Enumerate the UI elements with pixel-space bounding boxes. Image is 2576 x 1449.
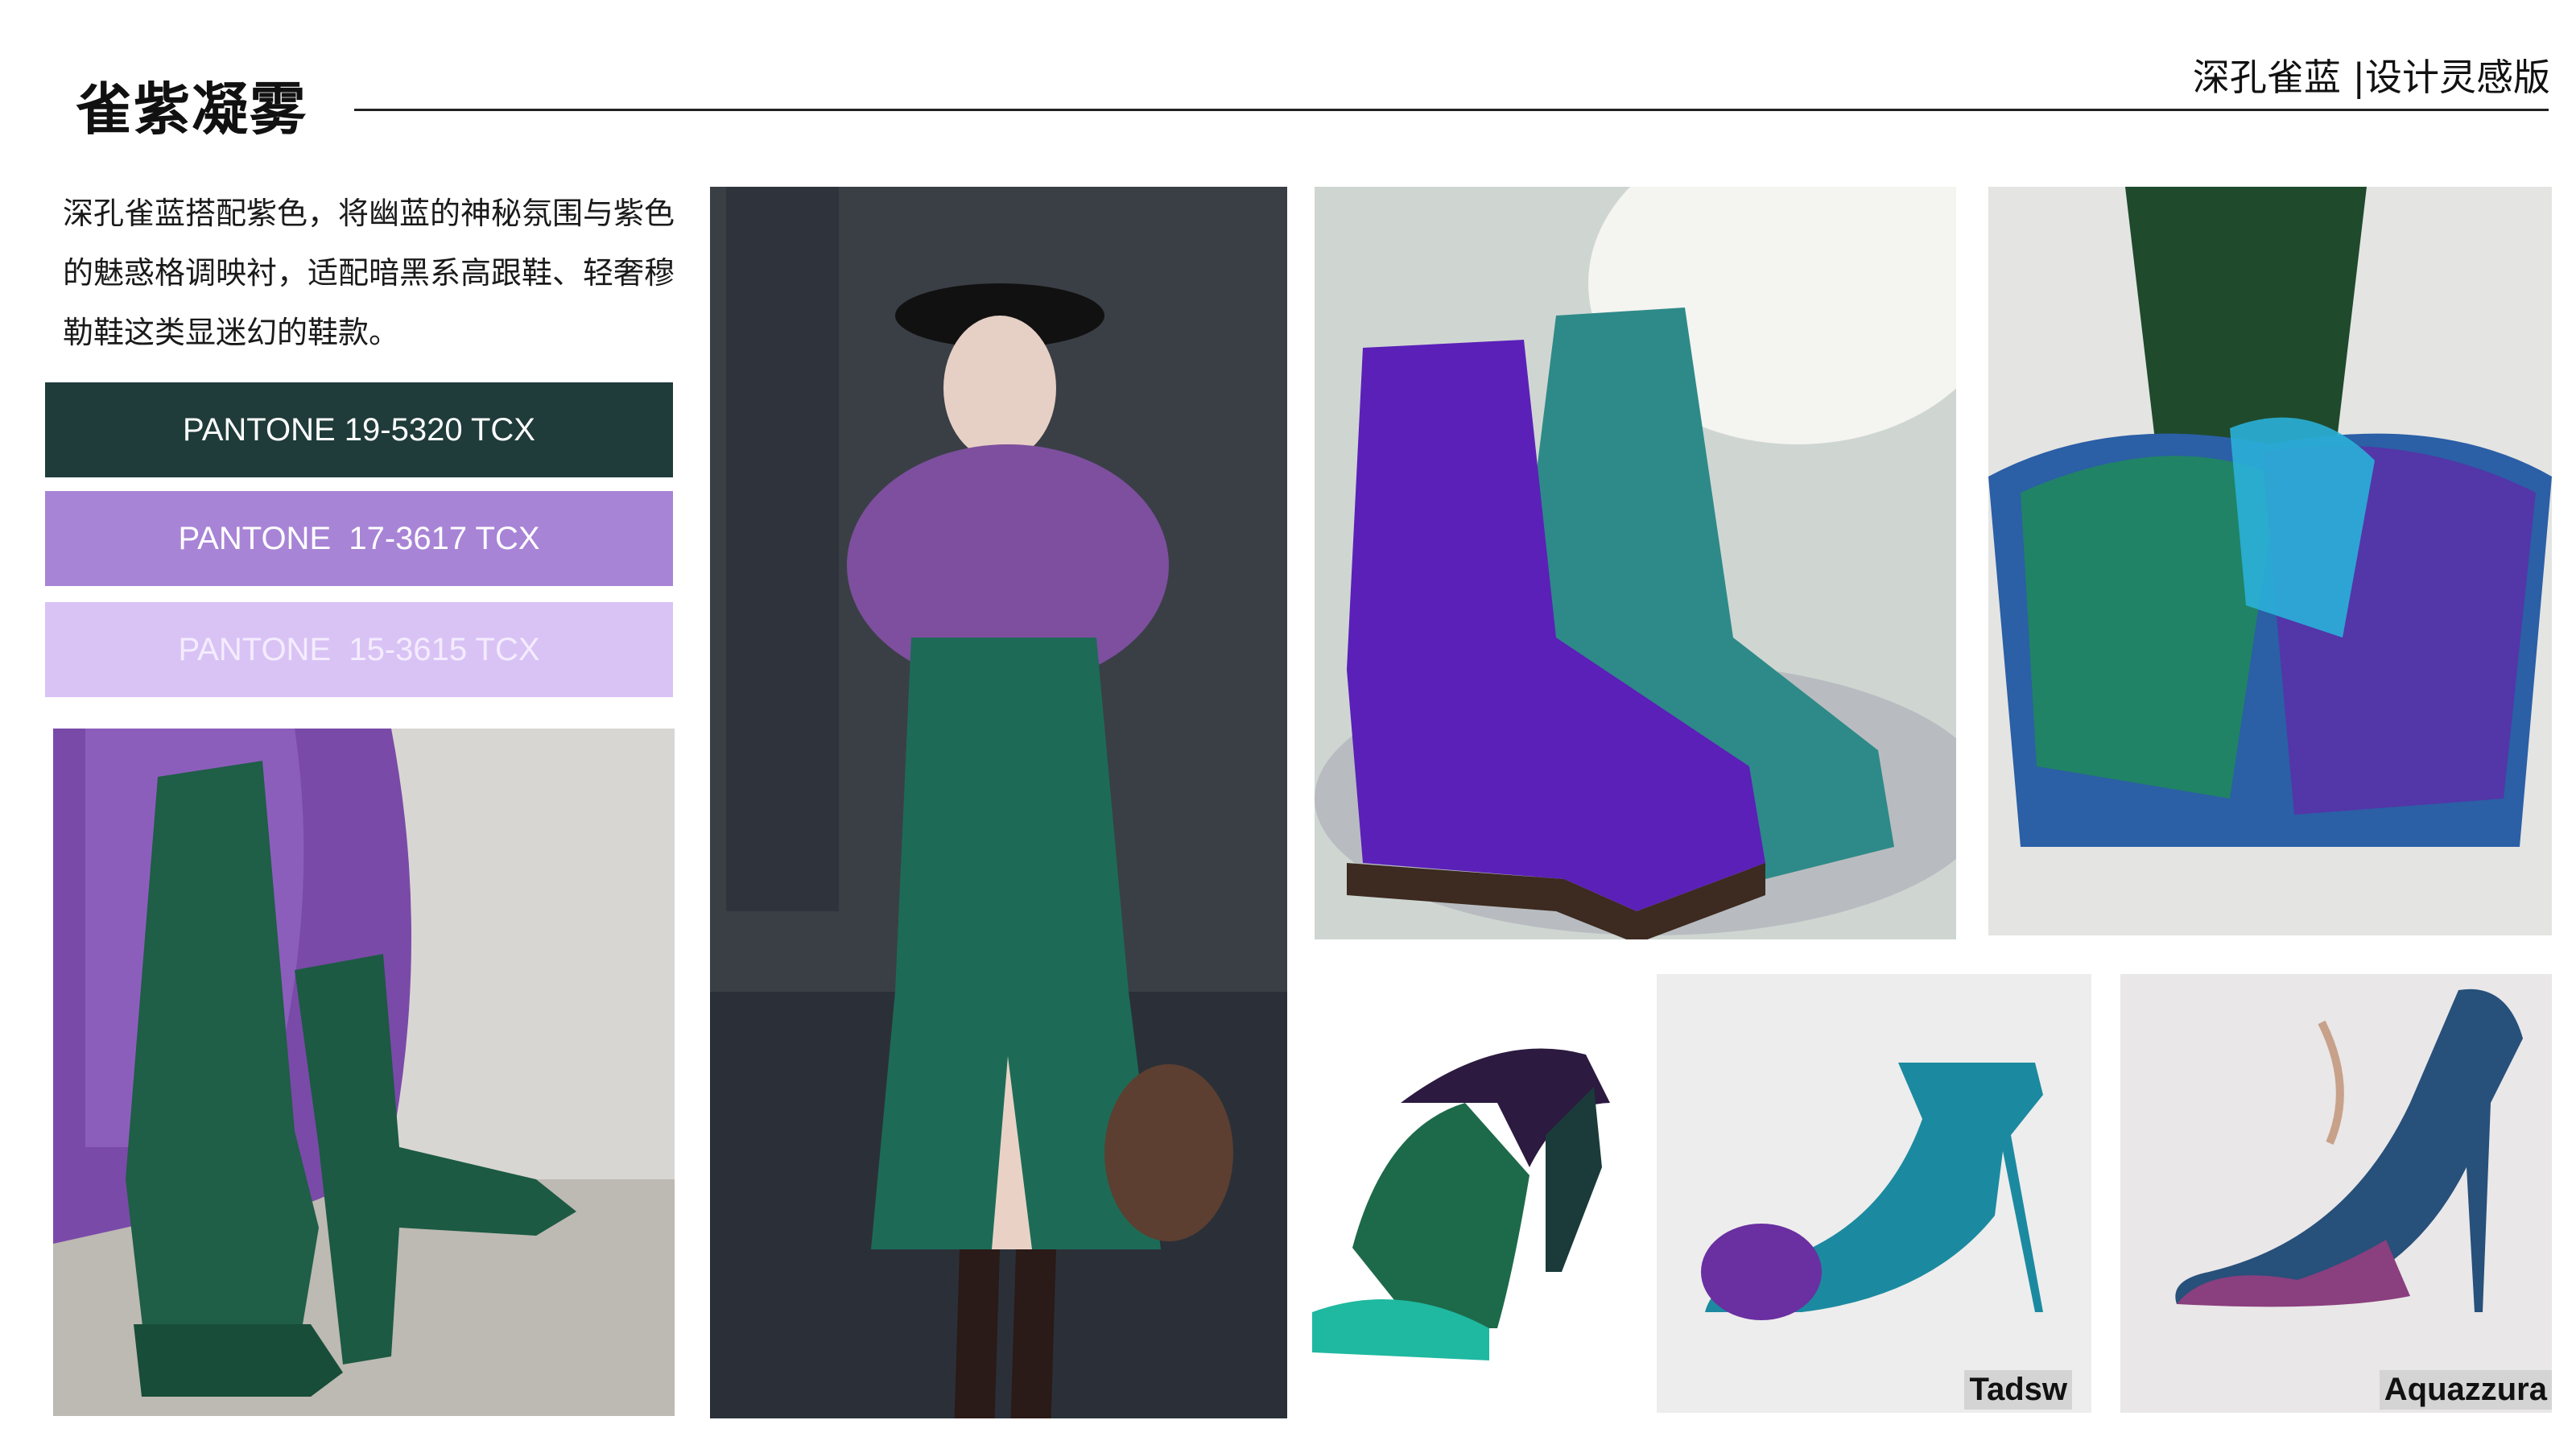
peacock-tulle-corset-photo (1988, 187, 2552, 935)
pantone-swatch-dark-teal: PANTONE 19-5320 TCX (45, 382, 673, 477)
green-suede-boots-photo (53, 729, 675, 1416)
header-subtitle: 深孔雀蓝 |设计灵感版 (2192, 56, 2550, 99)
brand-label-tadsw: Tadsw (1964, 1370, 2072, 1410)
combat-boots-photo (1315, 187, 1956, 939)
green-sandal-photo (1304, 1006, 1626, 1385)
brand-label-aquazzura: Aquazzura (2379, 1370, 2552, 1410)
runway-model-photo (710, 187, 1287, 1418)
header-divider (354, 109, 2549, 111)
pantone-swatch-purple: PANTONE 17-3617 TCX (45, 491, 673, 586)
velvet-pump-photo: Aquazzura (2120, 974, 2552, 1413)
page-title: 雀紫凝雾 (76, 76, 308, 142)
pantone-swatch-lilac: PANTONE 15-3615 TCX (45, 602, 673, 697)
teal-pompom-pump-photo: Tadsw (1657, 974, 2091, 1413)
description-text: 深孔雀蓝搭配紫色，将幽蓝的神秘氛围与紫色的魅惑格调映衬，适配暗黑系高跟鞋、轻奢穆… (63, 196, 675, 350)
